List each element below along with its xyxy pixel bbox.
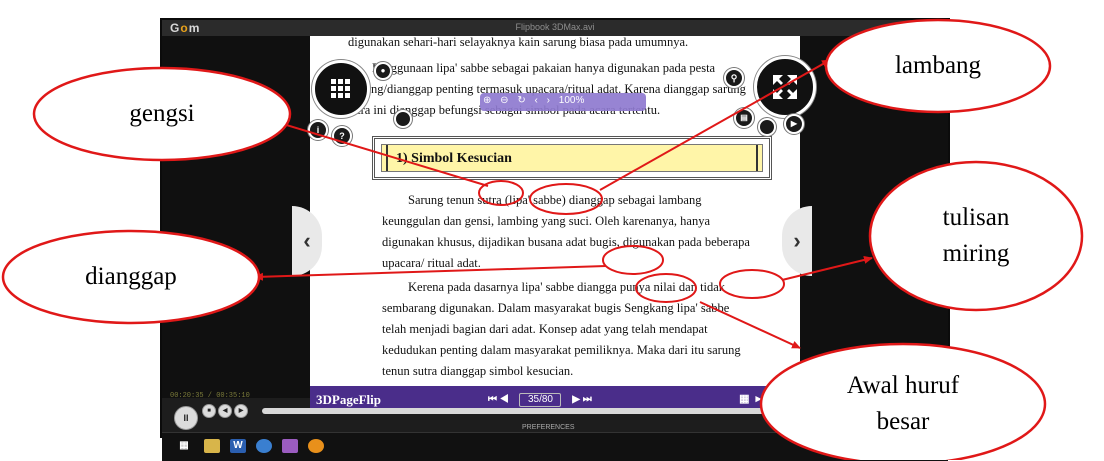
callout-gengsi: gengsi [129,100,195,127]
callout-awal-huruf-ellipse [759,342,1047,460]
callout-besar: besar [876,408,930,435]
arrow-awal-huruf [699,301,801,349]
callout-lambang: lambang [894,52,982,79]
arrow-tulisan-miring [781,256,873,281]
highlight-lambing [529,183,603,215]
highlight-sengkang [635,273,697,303]
arrow-lambang [599,59,831,191]
callout-awal-huruf: Awal huruf [846,372,960,399]
callout-dianggap: dianggap [85,263,177,290]
highlight-diangga [602,245,664,275]
highlight-lipa-sabbe [719,269,785,299]
callout-tulisan-miring-ellipse [868,160,1084,312]
callout-miring: miring [942,240,1010,267]
callout-tulisan: tulisan [942,204,1010,231]
arrow-dianggap [254,265,607,281]
